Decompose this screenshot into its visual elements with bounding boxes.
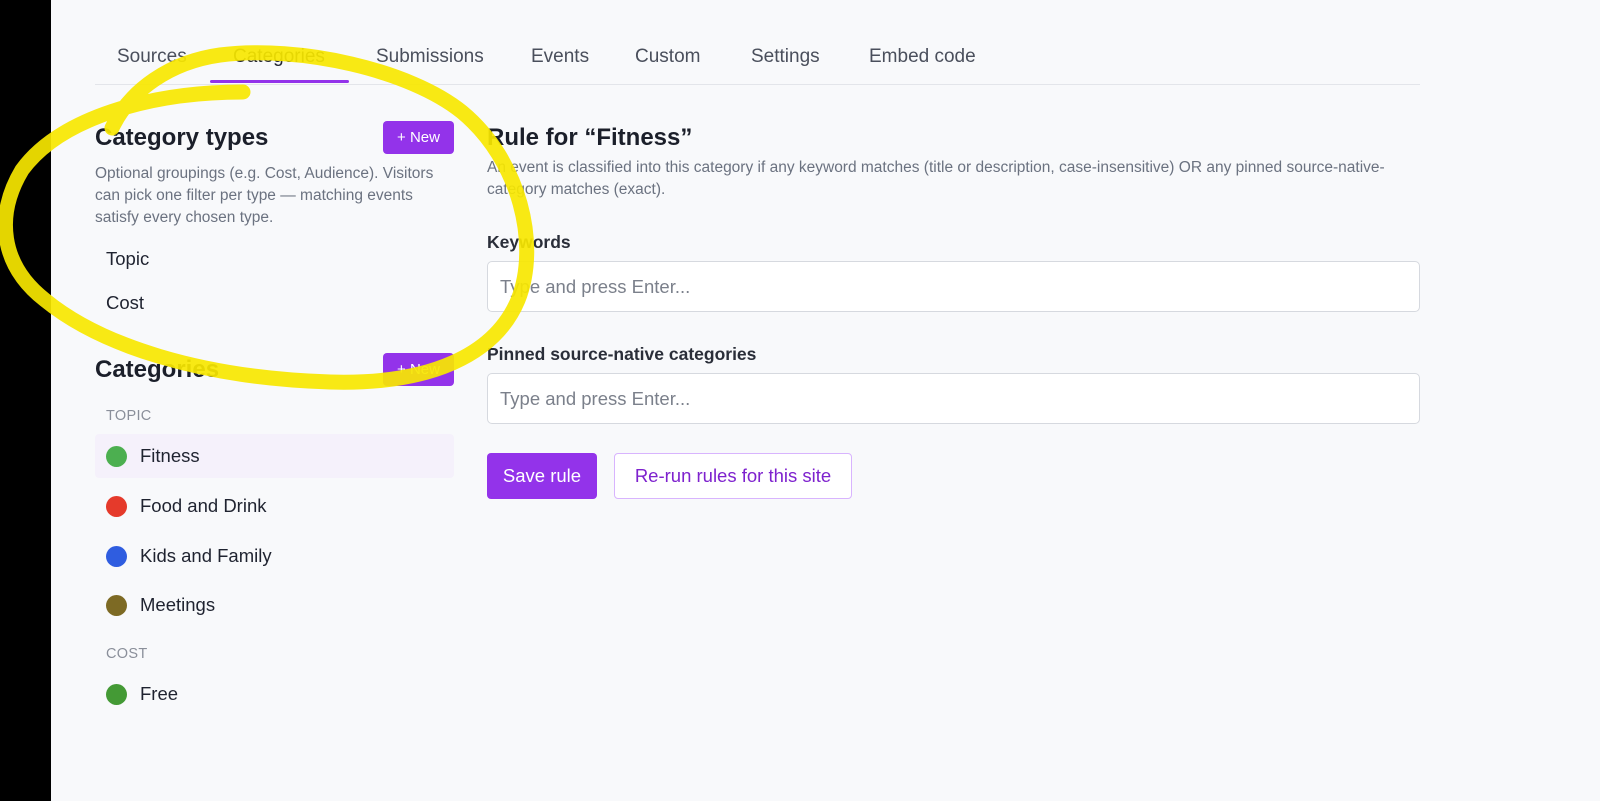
color-dot-icon [106, 683, 127, 705]
category-type-item-cost[interactable]: Cost [106, 292, 144, 314]
category-types-heading: Category types [95, 124, 269, 151]
tab-sources[interactable]: Sources [117, 46, 187, 68]
rule-heading: Rule for “Fitness” [487, 124, 693, 151]
category-label: Meetings [140, 594, 216, 615]
tab-events[interactable]: Events [531, 46, 589, 68]
category-item-food-and-drink[interactable]: Food and Drink [95, 484, 454, 528]
pinned-categories-input[interactable] [488, 374, 1419, 423]
category-label: Fitness [140, 445, 200, 466]
color-dot-icon [106, 495, 127, 517]
category-label: Free [140, 683, 179, 704]
tab-submissions[interactable]: Submissions [376, 46, 484, 68]
tab-categories[interactable]: Categories [233, 46, 325, 68]
rerun-rules-button[interactable]: Re-run rules for this site [614, 453, 852, 499]
category-group-label-topic: TOPIC [106, 408, 152, 424]
categories-heading: Categories [95, 356, 220, 383]
new-category-type-button[interactable]: + New [383, 121, 454, 154]
category-label: Food and Drink [140, 495, 267, 516]
pinned-categories-label: Pinned source-native categories [487, 344, 757, 364]
tab-bar: Sources Categories Submissions Events Cu… [95, 38, 1420, 85]
category-group-label-cost: COST [106, 646, 148, 662]
save-rule-button[interactable]: Save rule [487, 453, 597, 499]
category-item-fitness[interactable]: Fitness [95, 434, 454, 478]
category-type-item-topic[interactable]: Topic [106, 248, 149, 270]
color-dot-icon [106, 545, 127, 567]
category-item-meetings[interactable]: Meetings [95, 583, 454, 627]
keywords-field-box [487, 261, 1420, 312]
tab-embed-code[interactable]: Embed code [869, 46, 976, 68]
rule-description: An event is classified into this categor… [487, 159, 1385, 198]
tab-settings[interactable]: Settings [751, 46, 820, 68]
tab-custom[interactable]: Custom [635, 46, 700, 68]
keywords-label: Keywords [487, 232, 571, 252]
color-dot-icon [106, 445, 127, 467]
keywords-input[interactable] [488, 262, 1419, 311]
category-item-kids-and-family[interactable]: Kids and Family [95, 534, 454, 578]
category-item-free[interactable]: Free [95, 672, 454, 716]
category-types-description: Optional groupings (e.g. Cost, Audience)… [95, 165, 434, 226]
pinned-categories-field-box [487, 373, 1420, 424]
color-dot-icon [106, 594, 127, 616]
new-category-button[interactable]: + New [383, 353, 454, 386]
category-label: Kids and Family [140, 545, 272, 566]
left-black-strip [0, 0, 51, 801]
active-tab-indicator [210, 80, 349, 83]
